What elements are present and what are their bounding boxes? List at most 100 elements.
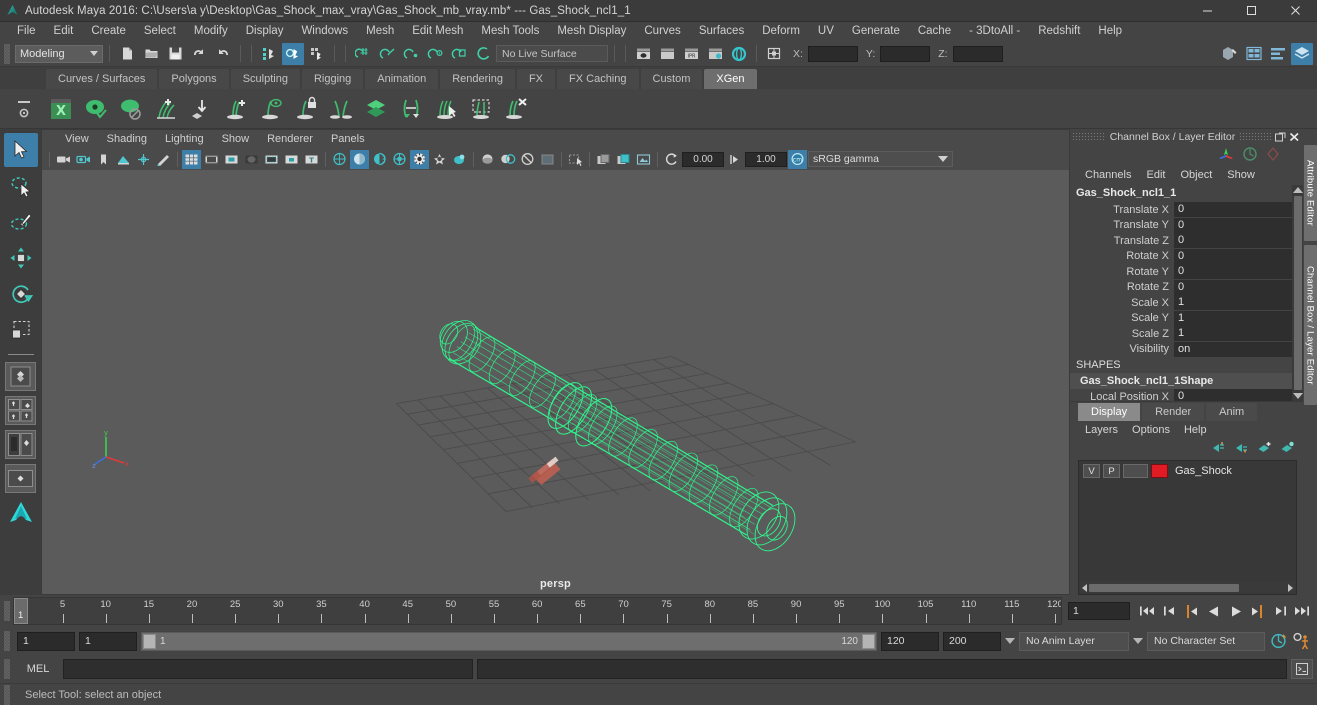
- channel-box-menu-show[interactable]: Show: [1220, 165, 1262, 185]
- layer-playback-toggle[interactable]: P: [1103, 464, 1120, 478]
- time-slider[interactable]: 1 5 10 15 20 25 30 35 40 45 50 55 60 65 70 75 80 85 90 95 1…: [13, 597, 1062, 625]
- two-d-pan-zoom-icon[interactable]: [134, 150, 153, 169]
- exposure-field[interactable]: 0.00: [682, 151, 724, 167]
- film-gate-display-icon[interactable]: [262, 150, 281, 169]
- xgen-region-icon[interactable]: [464, 92, 498, 126]
- shadows-icon[interactable]: [430, 150, 449, 169]
- layer-menu-help[interactable]: Help: [1177, 421, 1214, 440]
- status-line-grip[interactable]: [4, 43, 10, 64]
- move-layer-up-icon[interactable]: [1211, 441, 1226, 457]
- scrollbar-thumb[interactable]: [1293, 196, 1302, 390]
- transform-manip-icon[interactable]: [1217, 146, 1235, 165]
- range-start-handle[interactable]: [143, 633, 156, 649]
- input-output-connections-button[interactable]: [763, 43, 785, 65]
- xgen-lock-guide-icon[interactable]: [289, 92, 323, 126]
- xgen-guide-visibility-icon[interactable]: [254, 92, 288, 126]
- paste-render-icon[interactable]: [614, 150, 633, 169]
- save-scene-button[interactable]: [164, 43, 186, 65]
- shelf-tab-animation[interactable]: Animation: [365, 69, 439, 89]
- viewport-menu-view[interactable]: View: [56, 130, 98, 149]
- xray-select-icon[interactable]: [566, 150, 585, 169]
- channel-box-menu-edit[interactable]: Edit: [1139, 165, 1172, 185]
- multisample-aa-icon[interactable]: [498, 150, 517, 169]
- shaded-wireframe-icon[interactable]: [370, 150, 389, 169]
- close-button[interactable]: [1273, 0, 1317, 22]
- playback-end-field[interactable]: 120: [881, 631, 939, 651]
- tab-channel-box-layer-editor[interactable]: Channel Box / Layer Editor: [1303, 245, 1317, 405]
- gamma-icon[interactable]: [725, 150, 744, 169]
- z-coord-field[interactable]: [952, 45, 1003, 62]
- channel-value-rotate-x[interactable]: 0: [1174, 248, 1292, 264]
- snap-to-point-button[interactable]: [400, 43, 422, 65]
- play-backwards-icon[interactable]: [1204, 601, 1223, 621]
- shelf-tab-fx-caching[interactable]: FX Caching: [557, 69, 639, 89]
- channel-value-visibility[interactable]: on: [1174, 341, 1292, 357]
- channel-box-scrollbar[interactable]: [1292, 185, 1303, 401]
- redo-button[interactable]: [212, 43, 234, 65]
- menu-set-selector[interactable]: Modeling: [15, 44, 103, 63]
- grease-pencil-icon[interactable]: [154, 150, 173, 169]
- menu-file[interactable]: File: [8, 22, 45, 41]
- channel-value-translate-y[interactable]: 0: [1174, 217, 1292, 233]
- grid-toggle-icon[interactable]: [182, 149, 201, 169]
- depth-of-field-icon[interactable]: [518, 150, 537, 169]
- channel-value-rotate-y[interactable]: 0: [1174, 264, 1292, 280]
- xgen-add-description-icon[interactable]: [149, 92, 183, 126]
- viewport-menu-panels[interactable]: Panels: [322, 130, 374, 149]
- close-panel-icon[interactable]: [1287, 131, 1301, 144]
- screen-space-ao-icon[interactable]: [450, 150, 469, 169]
- shelf-tab-polygons[interactable]: Polygons: [159, 69, 229, 89]
- channel-box-display-icon[interactable]: [1242, 146, 1258, 165]
- shelf-tab-rendering[interactable]: Rendering: [440, 69, 515, 89]
- channel-value-scale-y[interactable]: 1: [1174, 310, 1292, 326]
- time-cursor[interactable]: 1: [14, 598, 28, 624]
- step-back-frame-icon[interactable]: [1182, 601, 1201, 621]
- channel-value-translate-x[interactable]: 0: [1174, 202, 1292, 218]
- paint-select-tool[interactable]: [4, 205, 38, 239]
- shelf-tab-sculpting[interactable]: Sculpting: [230, 69, 300, 89]
- channel-value-scale-z[interactable]: 1: [1174, 326, 1292, 342]
- snap-to-projected-center-button[interactable]: [424, 43, 446, 65]
- scroll-right-icon[interactable]: [1288, 583, 1293, 592]
- single-perspective-layout-button[interactable]: [5, 362, 36, 391]
- channel-value-rotate-z[interactable]: 0: [1174, 279, 1292, 295]
- select-camera-icon[interactable]: [54, 150, 73, 169]
- move-tool[interactable]: [4, 241, 38, 275]
- xgen-mirror-guide-icon[interactable]: [324, 92, 358, 126]
- shelf-tab-xgen[interactable]: XGen: [704, 69, 757, 89]
- step-forward-keyframe-icon[interactable]: [1270, 601, 1289, 621]
- auto-keyframe-icon[interactable]: [1269, 631, 1288, 651]
- shelf-tab-curves-surfaces[interactable]: Curves / Surfaces: [46, 69, 158, 89]
- anim-layer-select[interactable]: No Anim Layer: [1019, 631, 1129, 651]
- snapshot-icon[interactable]: [634, 150, 653, 169]
- xgen-add-guide-icon[interactable]: [219, 92, 253, 126]
- panel-drag-handle-right[interactable]: [1239, 132, 1273, 142]
- render-current-frame-button[interactable]: [632, 43, 654, 65]
- channel-box-menu-object[interactable]: Object: [1173, 165, 1219, 185]
- perspective-viewport[interactable]: y x z persp: [41, 170, 1070, 595]
- viewport-menu-show[interactable]: Show: [213, 130, 259, 149]
- playback-start-field[interactable]: 1: [79, 631, 137, 651]
- menu-surfaces[interactable]: Surfaces: [690, 22, 753, 41]
- film-gate-icon[interactable]: [202, 150, 221, 169]
- single-pane-layout-button[interactable]: [5, 464, 36, 493]
- time-slider-grip[interactable]: [4, 601, 10, 621]
- use-all-lights-icon[interactable]: [410, 149, 429, 169]
- scroll-up-icon[interactable]: [1292, 187, 1303, 193]
- character-set-chevron-down-icon[interactable]: [1133, 638, 1143, 644]
- channel-value-translate-z[interactable]: 0: [1174, 233, 1292, 249]
- color-management-toggle-icon[interactable]: cm: [788, 149, 807, 169]
- shelf-tab-fx[interactable]: FX: [516, 69, 556, 89]
- layer-editor-tab-render[interactable]: Render: [1142, 403, 1205, 421]
- menu-deform[interactable]: Deform: [753, 22, 809, 41]
- toggle-view-transform-icon[interactable]: [662, 150, 681, 169]
- script-editor-icon[interactable]: [1291, 659, 1313, 679]
- live-surface-field[interactable]: No Live Surface: [496, 45, 608, 62]
- layer-editor-tab-display[interactable]: Display: [1078, 403, 1141, 421]
- select-by-component-type-button[interactable]: [306, 43, 328, 65]
- layer-state-field[interactable]: [1123, 464, 1148, 478]
- shelf-tab-custom[interactable]: Custom: [640, 69, 703, 89]
- go-to-end-icon[interactable]: [1292, 601, 1311, 621]
- range-end-handle[interactable]: [862, 633, 875, 649]
- persp-outliner-layout-button[interactable]: [5, 430, 36, 459]
